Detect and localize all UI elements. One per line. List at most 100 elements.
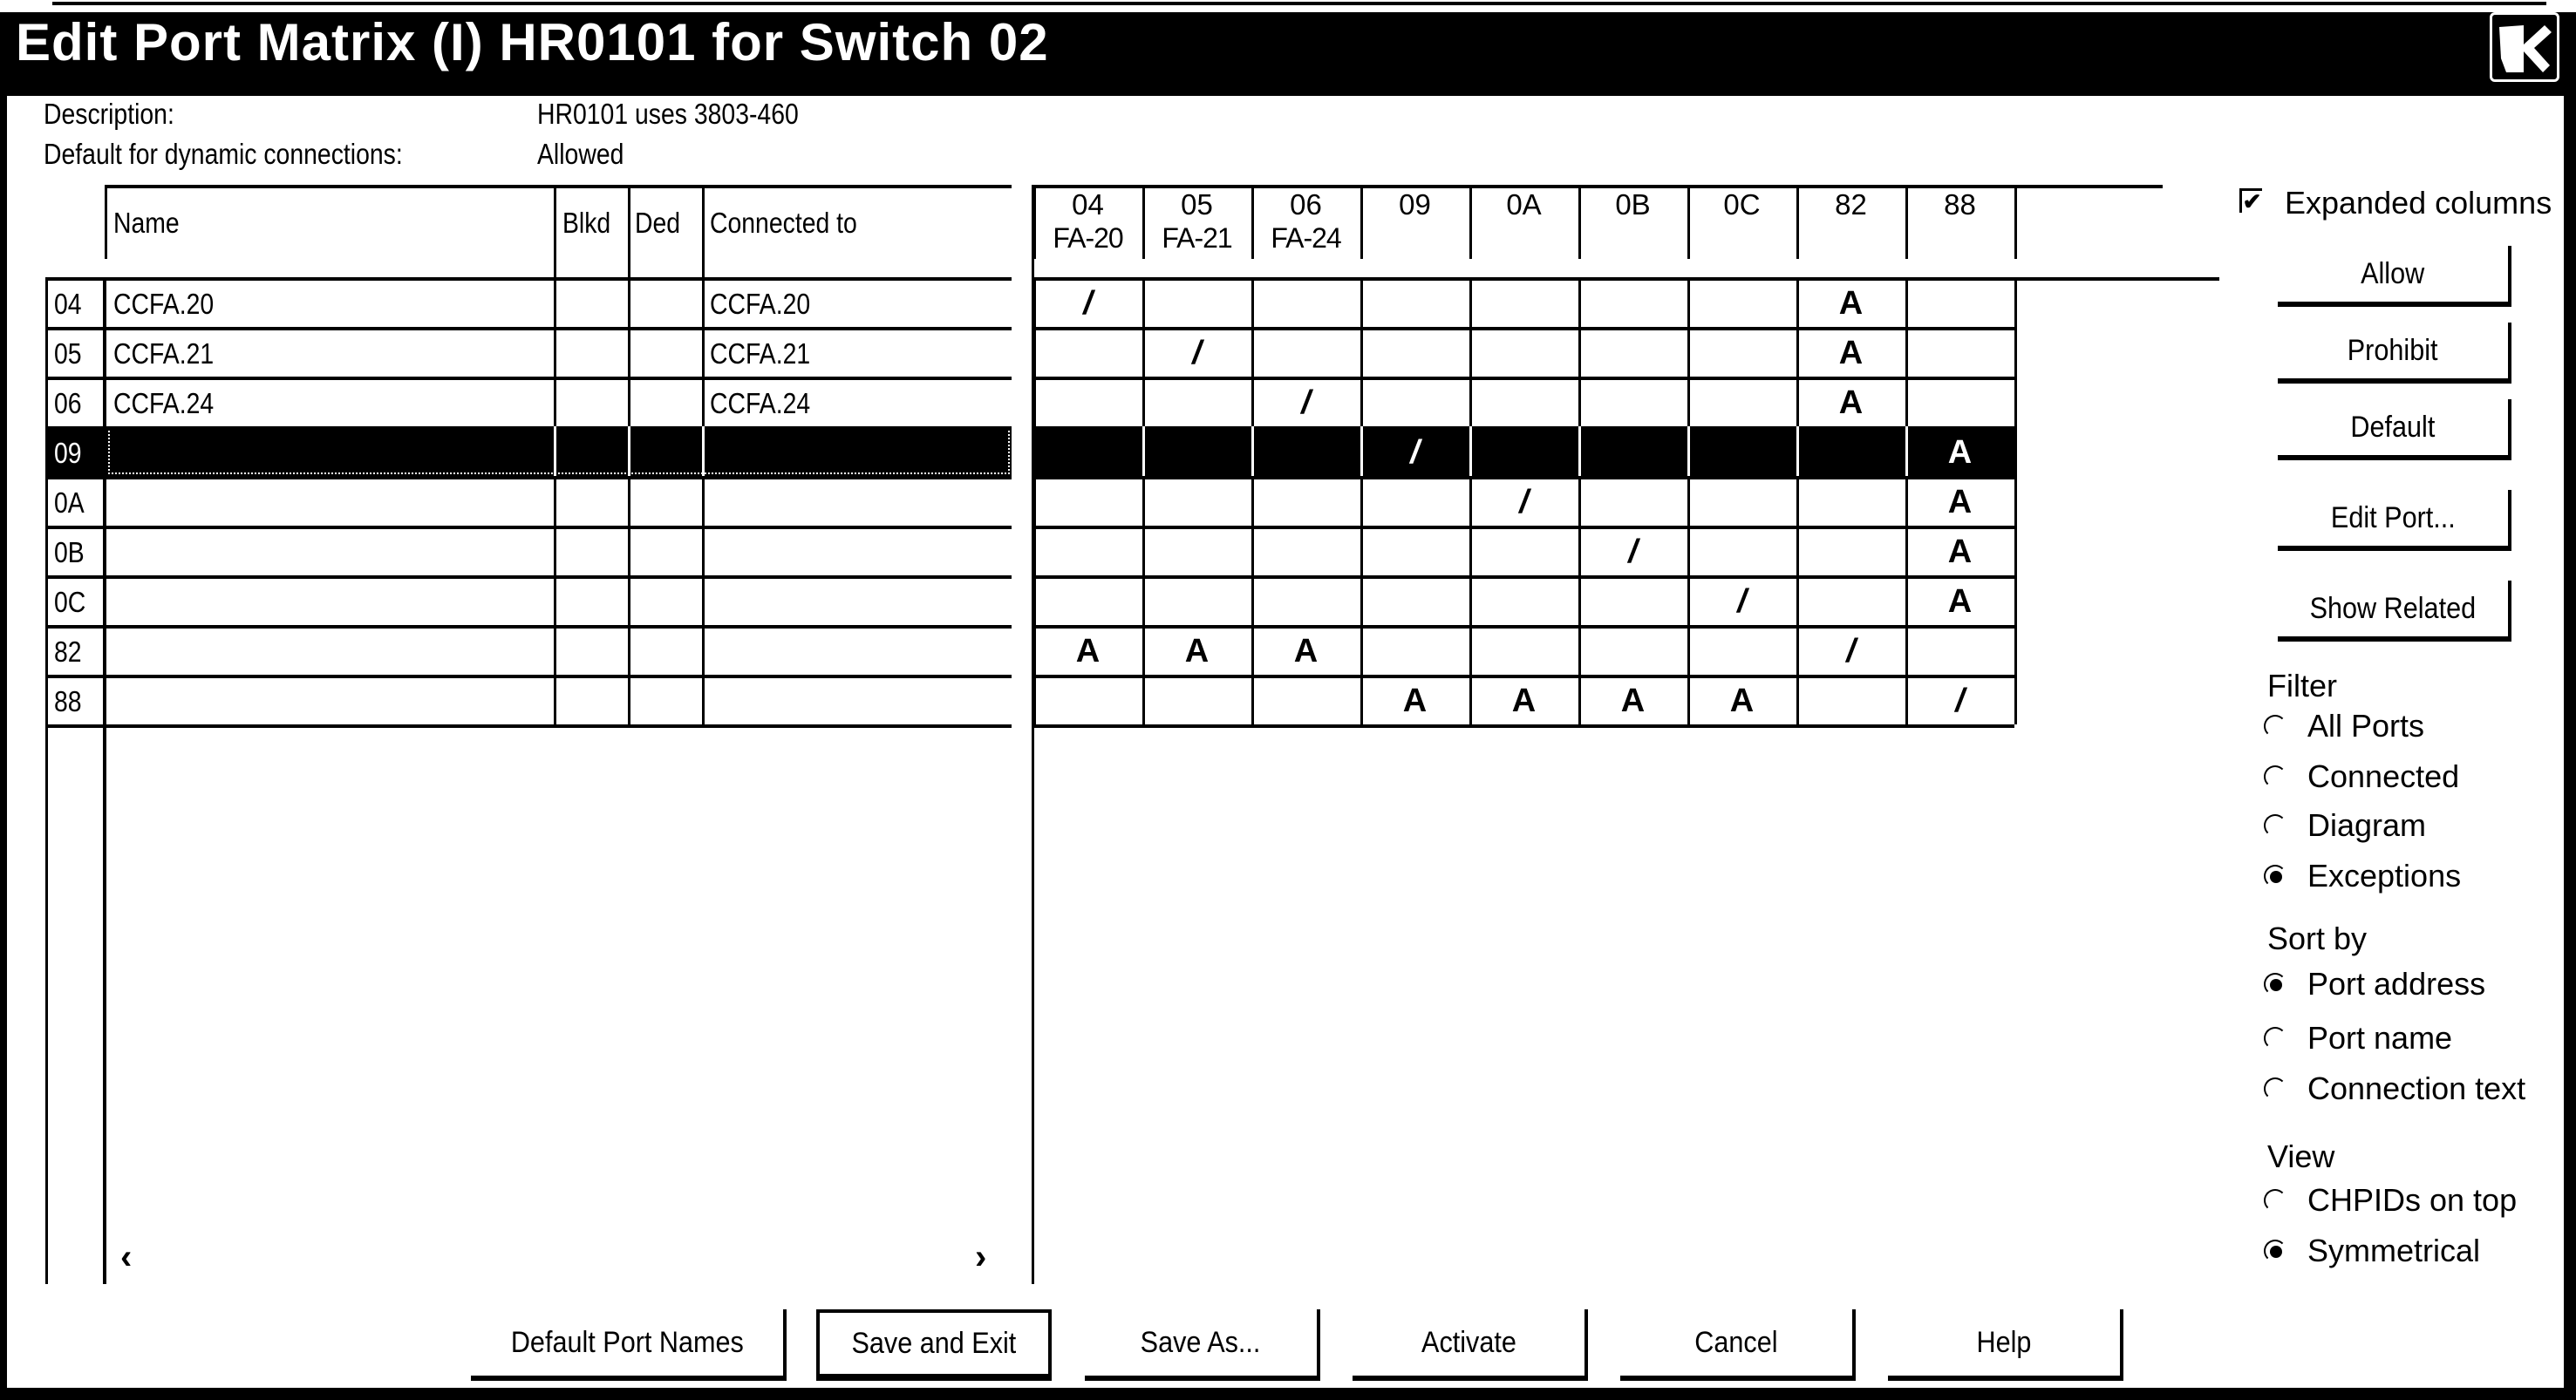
matrix-cell[interactable]	[1033, 382, 1142, 425]
matrix-cell[interactable]: A	[1578, 680, 1687, 723]
matrix-cell[interactable]: A	[1142, 630, 1251, 673]
matrix-column-header-address[interactable]: 0C	[1687, 188, 1796, 221]
matrix-cell[interactable]: A	[1905, 581, 2014, 623]
matrix-cell[interactable]	[1578, 481, 1687, 524]
matrix-cell[interactable]	[1796, 680, 1905, 723]
view-option-chpids-on-top[interactable]: CHPIDs on top	[2264, 1182, 2525, 1220]
column-header-name[interactable]: Name	[113, 207, 180, 240]
row-connected-cell[interactable]: CCFA.21	[710, 337, 810, 370]
matrix-column-header-address[interactable]: 88	[1905, 188, 2014, 221]
matrix-cell[interactable]: A	[1469, 680, 1578, 723]
radio-unchecked-icon[interactable]	[2264, 765, 2286, 788]
matrix-column-header-address[interactable]: 0B	[1578, 188, 1687, 221]
matrix-cell[interactable]	[1142, 382, 1251, 425]
footer-button-default-port-names[interactable]: Default Port Names	[471, 1309, 787, 1381]
matrix-cell[interactable]	[1142, 581, 1251, 623]
matrix-cell[interactable]	[1578, 382, 1687, 425]
matrix-cell[interactable]	[1033, 581, 1142, 623]
table-row[interactable]	[45, 625, 1012, 675]
matrix-column-header-address[interactable]: 06	[1251, 188, 1360, 221]
radio-unchecked-icon[interactable]	[2264, 1027, 2286, 1050]
radio-unchecked-icon[interactable]	[2264, 1077, 2286, 1100]
radio-unchecked-icon[interactable]	[2264, 814, 2286, 837]
matrix-cell[interactable]: /	[1033, 282, 1142, 325]
matrix-column-header-address[interactable]: 82	[1796, 188, 1905, 221]
matrix-cell[interactable]	[1360, 332, 1469, 375]
matrix-cell[interactable]	[1469, 581, 1578, 623]
matrix-cell[interactable]	[1033, 432, 1142, 474]
footer-button-help[interactable]: Help	[1888, 1309, 2123, 1381]
matrix-cell[interactable]	[1687, 382, 1796, 425]
matrix-cell[interactable]	[1469, 432, 1578, 474]
sort-by-option-port-address[interactable]: Port address	[2264, 966, 2525, 1004]
matrix-cell[interactable]	[1251, 531, 1360, 574]
matrix-cell[interactable]	[1905, 282, 2014, 325]
matrix-cell[interactable]	[1251, 432, 1360, 474]
matrix-cell[interactable]	[1469, 282, 1578, 325]
matrix-cell[interactable]	[1578, 282, 1687, 325]
matrix-cell[interactable]	[1796, 581, 1905, 623]
matrix-cell[interactable]: A	[1360, 680, 1469, 723]
matrix-cell[interactable]	[1578, 581, 1687, 623]
sort-by-option-port-name[interactable]: Port name	[2264, 1020, 2525, 1058]
row-connected-cell[interactable]: CCFA.24	[710, 387, 810, 420]
side-button-edit-port[interactable]: Edit Port...	[2278, 490, 2511, 551]
radio-checked-icon[interactable]	[2264, 973, 2286, 996]
filter-option-diagram[interactable]: Diagram	[2264, 807, 2525, 846]
matrix-cell[interactable]	[1033, 332, 1142, 375]
matrix-cell[interactable]	[1142, 680, 1251, 723]
radio-unchecked-icon[interactable]	[2264, 1189, 2286, 1212]
expanded-columns-label[interactable]: Expanded columns	[2285, 185, 2552, 221]
row-connected-cell[interactable]: CCFA.20	[710, 288, 810, 321]
table-row[interactable]	[45, 426, 1012, 476]
matrix-cell[interactable]	[1360, 382, 1469, 425]
matrix-cell[interactable]	[1360, 581, 1469, 623]
filter-option-all-ports[interactable]: All Ports	[2264, 708, 2525, 746]
matrix-cell[interactable]	[1905, 382, 2014, 425]
matrix-cell[interactable]: /	[1687, 581, 1796, 623]
matrix-cell[interactable]	[1578, 630, 1687, 673]
matrix-cell[interactable]	[1033, 680, 1142, 723]
table-row[interactable]	[45, 575, 1012, 625]
matrix-cell[interactable]: /	[1142, 332, 1251, 375]
side-button-allow[interactable]: Allow	[2278, 246, 2511, 307]
radio-checked-icon[interactable]	[2264, 1240, 2286, 1262]
matrix-cell[interactable]: /	[1360, 432, 1469, 474]
matrix-cell[interactable]	[1469, 531, 1578, 574]
matrix-cell[interactable]: A	[1905, 481, 2014, 524]
matrix-cell[interactable]	[1687, 531, 1796, 574]
matrix-cell[interactable]: /	[1251, 382, 1360, 425]
filter-option-connected[interactable]: Connected	[2264, 758, 2525, 797]
matrix-cell[interactable]	[1796, 432, 1905, 474]
matrix-cell[interactable]: A	[1796, 332, 1905, 375]
matrix-cell[interactable]: A	[1796, 382, 1905, 425]
column-header-ded[interactable]: Ded	[635, 207, 680, 240]
matrix-column-header-address[interactable]: 04	[1033, 188, 1142, 221]
matrix-cell[interactable]: A	[1251, 630, 1360, 673]
matrix-cell[interactable]	[1360, 282, 1469, 325]
row-name-cell[interactable]: CCFA.21	[113, 337, 214, 370]
radio-checked-icon[interactable]	[2264, 865, 2286, 887]
matrix-cell[interactable]: A	[1796, 282, 1905, 325]
matrix-cell[interactable]	[1033, 531, 1142, 574]
footer-button-save-as[interactable]: Save As...	[1085, 1309, 1320, 1381]
side-button-prohibit[interactable]: Prohibit	[2278, 323, 2511, 384]
table-row[interactable]	[45, 526, 1012, 575]
matrix-cell[interactable]	[1360, 630, 1469, 673]
footer-button-cancel[interactable]: Cancel	[1620, 1309, 1856, 1381]
matrix-cell[interactable]: A	[1905, 432, 2014, 474]
matrix-cell[interactable]	[1251, 581, 1360, 623]
matrix-cell[interactable]	[1687, 630, 1796, 673]
matrix-cell[interactable]	[1142, 531, 1251, 574]
matrix-cell[interactable]	[1360, 531, 1469, 574]
matrix-column-header-address[interactable]: 05	[1142, 188, 1251, 221]
matrix-cell[interactable]	[1251, 680, 1360, 723]
footer-button-activate[interactable]: Activate	[1353, 1309, 1588, 1381]
sort-by-option-connection-text[interactable]: Connection text	[2264, 1070, 2525, 1109]
matrix-cell[interactable]: A	[1687, 680, 1796, 723]
matrix-cell[interactable]	[1251, 481, 1360, 524]
matrix-cell[interactable]	[1469, 382, 1578, 425]
row-name-cell[interactable]: CCFA.24	[113, 387, 214, 420]
row-name-cell[interactable]: CCFA.20	[113, 288, 214, 321]
filter-option-exceptions[interactable]: Exceptions	[2264, 858, 2525, 896]
